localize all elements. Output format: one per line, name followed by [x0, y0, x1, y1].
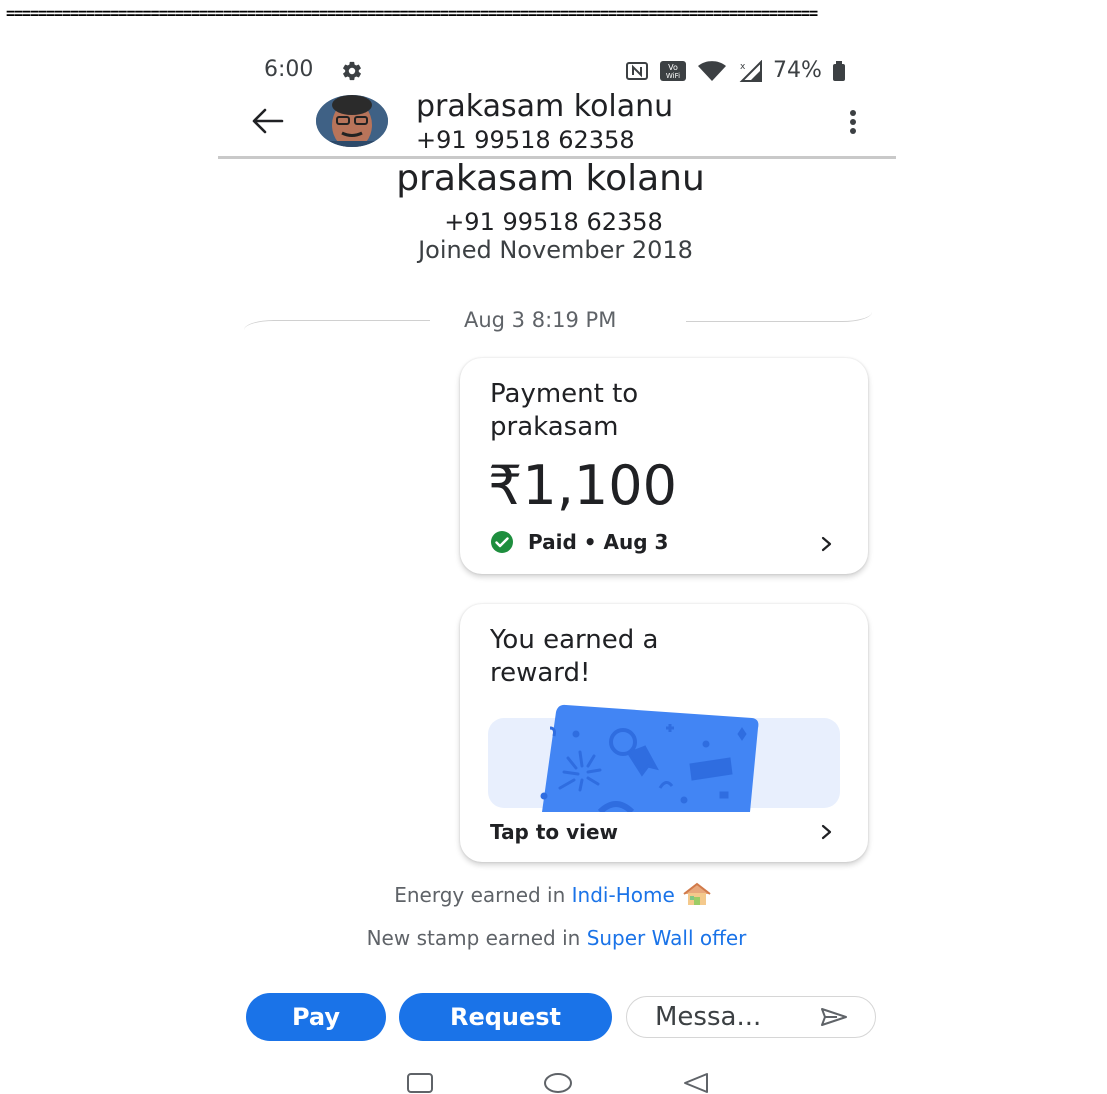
svg-text:Vo: Vo: [668, 63, 678, 72]
reward-card-title: You earned a reward!: [490, 624, 658, 690]
payment-card-title: Payment to prakasam: [490, 378, 638, 444]
message-input[interactable]: Messa...: [626, 996, 876, 1038]
date-separator-line-right: [686, 310, 872, 322]
profile-name: prakasam kolanu: [396, 158, 705, 199]
activity-energy-prefix: Energy earned in: [394, 883, 572, 907]
wifi-icon: [698, 60, 726, 81]
battery-percent: 74%: [773, 58, 822, 83]
activity-energy: Energy earned in Indi-Home: [0, 882, 1107, 907]
back-triangle-icon[interactable]: [681, 1072, 711, 1094]
profile-phone: +91 99518 62358: [444, 208, 663, 236]
svg-text:WiFi: WiFi: [666, 72, 680, 80]
gpay-chat-screen: ========================================…: [0, 0, 1107, 1094]
payment-card-title-line2: prakasam: [490, 412, 619, 442]
avatar[interactable]: [316, 95, 388, 147]
profile-joined-date: Joined November 2018: [418, 236, 693, 264]
chevron-right-icon: [821, 824, 832, 840]
chevron-right-icon: [821, 536, 832, 552]
more-options-icon[interactable]: [844, 108, 862, 138]
battery-icon: [832, 60, 845, 81]
payment-card-title-line1: Payment to: [490, 379, 639, 409]
payment-amount: ₹1,100: [488, 454, 677, 517]
status-time: 6:00: [264, 57, 314, 82]
back-arrow-icon[interactable]: [250, 106, 284, 136]
vowifi-icon: Vo WiFi: [660, 60, 686, 81]
pay-button[interactable]: Pay: [246, 993, 386, 1041]
reward-card[interactable]: You earned a reward! Tap to view: [460, 604, 868, 862]
date-separator: Aug 3 8:19 PM: [464, 308, 617, 332]
activity-energy-link[interactable]: Indi-Home: [572, 883, 675, 907]
top-border-line: ========================================…: [6, 4, 818, 22]
reward-cta: Tap to view: [490, 820, 619, 844]
request-button[interactable]: Request: [399, 993, 612, 1041]
header-contact-name: prakasam kolanu: [416, 89, 674, 124]
message-input-text: Messa...: [655, 1002, 762, 1032]
gear-icon: [343, 61, 361, 81]
payment-card[interactable]: Payment to prakasam ₹1,100 Paid • Aug 3: [460, 358, 868, 574]
header-contact-phone: +91 99518 62358: [416, 126, 635, 154]
activity-stamp: New stamp earned in Super Wall offer: [0, 926, 1107, 950]
svg-text:x: x: [740, 62, 746, 72]
avatar-photo: [316, 95, 388, 147]
signal-icon: x: [739, 59, 762, 82]
date-separator-line-left: [244, 320, 430, 332]
house-icon: [683, 882, 711, 905]
reward-card-title-line1: You earned a: [490, 625, 659, 655]
payment-status-row: Paid • Aug 3: [490, 530, 668, 554]
status-icons: Vo WiFi x 74%: [625, 58, 846, 83]
home-icon[interactable]: [543, 1072, 573, 1094]
nfc-icon: [626, 61, 648, 80]
scratch-card-icon: [540, 704, 759, 812]
recents-icon[interactable]: [406, 1072, 434, 1094]
check-circle-icon: [491, 531, 513, 553]
reward-card-title-line2: reward!: [490, 658, 591, 688]
payment-status: Paid • Aug 3: [528, 530, 669, 554]
activity-stamp-prefix: New stamp earned in: [366, 926, 587, 950]
activity-stamp-link[interactable]: Super Wall offer: [587, 926, 747, 950]
send-icon[interactable]: [819, 1006, 849, 1028]
